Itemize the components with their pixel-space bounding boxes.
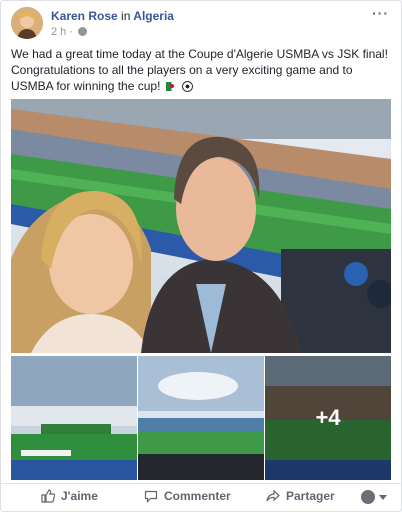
author-avatar[interactable] xyxy=(11,7,43,39)
like-label: J'aime xyxy=(61,489,98,503)
more-photos-count[interactable]: +4 xyxy=(265,356,391,480)
comment-label: Commenter xyxy=(164,489,231,503)
like-button[interactable]: J'aime xyxy=(41,489,98,503)
more-options-icon[interactable]: ··· xyxy=(372,5,389,21)
post-text-body: We had a great time today at the Coupe d… xyxy=(11,47,388,93)
globe-icon xyxy=(78,27,88,36)
author-line: Karen Rose in Algeria xyxy=(51,9,174,23)
thumbnail-photo-more[interactable]: +4 xyxy=(265,356,391,480)
share-button[interactable]: Partager xyxy=(266,489,335,503)
algeria-flag-icon xyxy=(165,82,177,91)
thumbnail-photo[interactable] xyxy=(11,356,137,480)
thumbs-up-icon xyxy=(41,489,55,503)
location-prefix: in xyxy=(121,9,131,23)
post-actions-bar: J'aime Commenter Partager xyxy=(1,483,401,511)
location-link[interactable]: Algeria xyxy=(133,9,174,23)
comment-button[interactable]: Commenter xyxy=(144,489,231,503)
photo-thumbnails: +4 xyxy=(11,356,391,480)
author-name[interactable]: Karen Rose xyxy=(51,9,118,23)
post-text: We had a great time today at the Coupe d… xyxy=(11,46,395,94)
post-time[interactable]: 2 h xyxy=(51,26,66,38)
main-photo[interactable] xyxy=(11,99,391,353)
share-label: Partager xyxy=(286,489,335,503)
comment-icon xyxy=(144,490,158,503)
profile-avatar-icon xyxy=(361,490,375,504)
audience-selector[interactable] xyxy=(361,490,387,504)
post-header: Karen Rose in Algeria 2 h · ··· xyxy=(11,5,391,41)
thumbnail-photo[interactable] xyxy=(138,356,264,480)
chevron-down-icon xyxy=(379,494,387,500)
soccer-ball-icon xyxy=(182,81,194,92)
share-icon xyxy=(266,489,280,502)
post-card: Karen Rose in Algeria 2 h · ··· We had a… xyxy=(0,0,402,512)
post-meta: 2 h · xyxy=(51,26,88,38)
